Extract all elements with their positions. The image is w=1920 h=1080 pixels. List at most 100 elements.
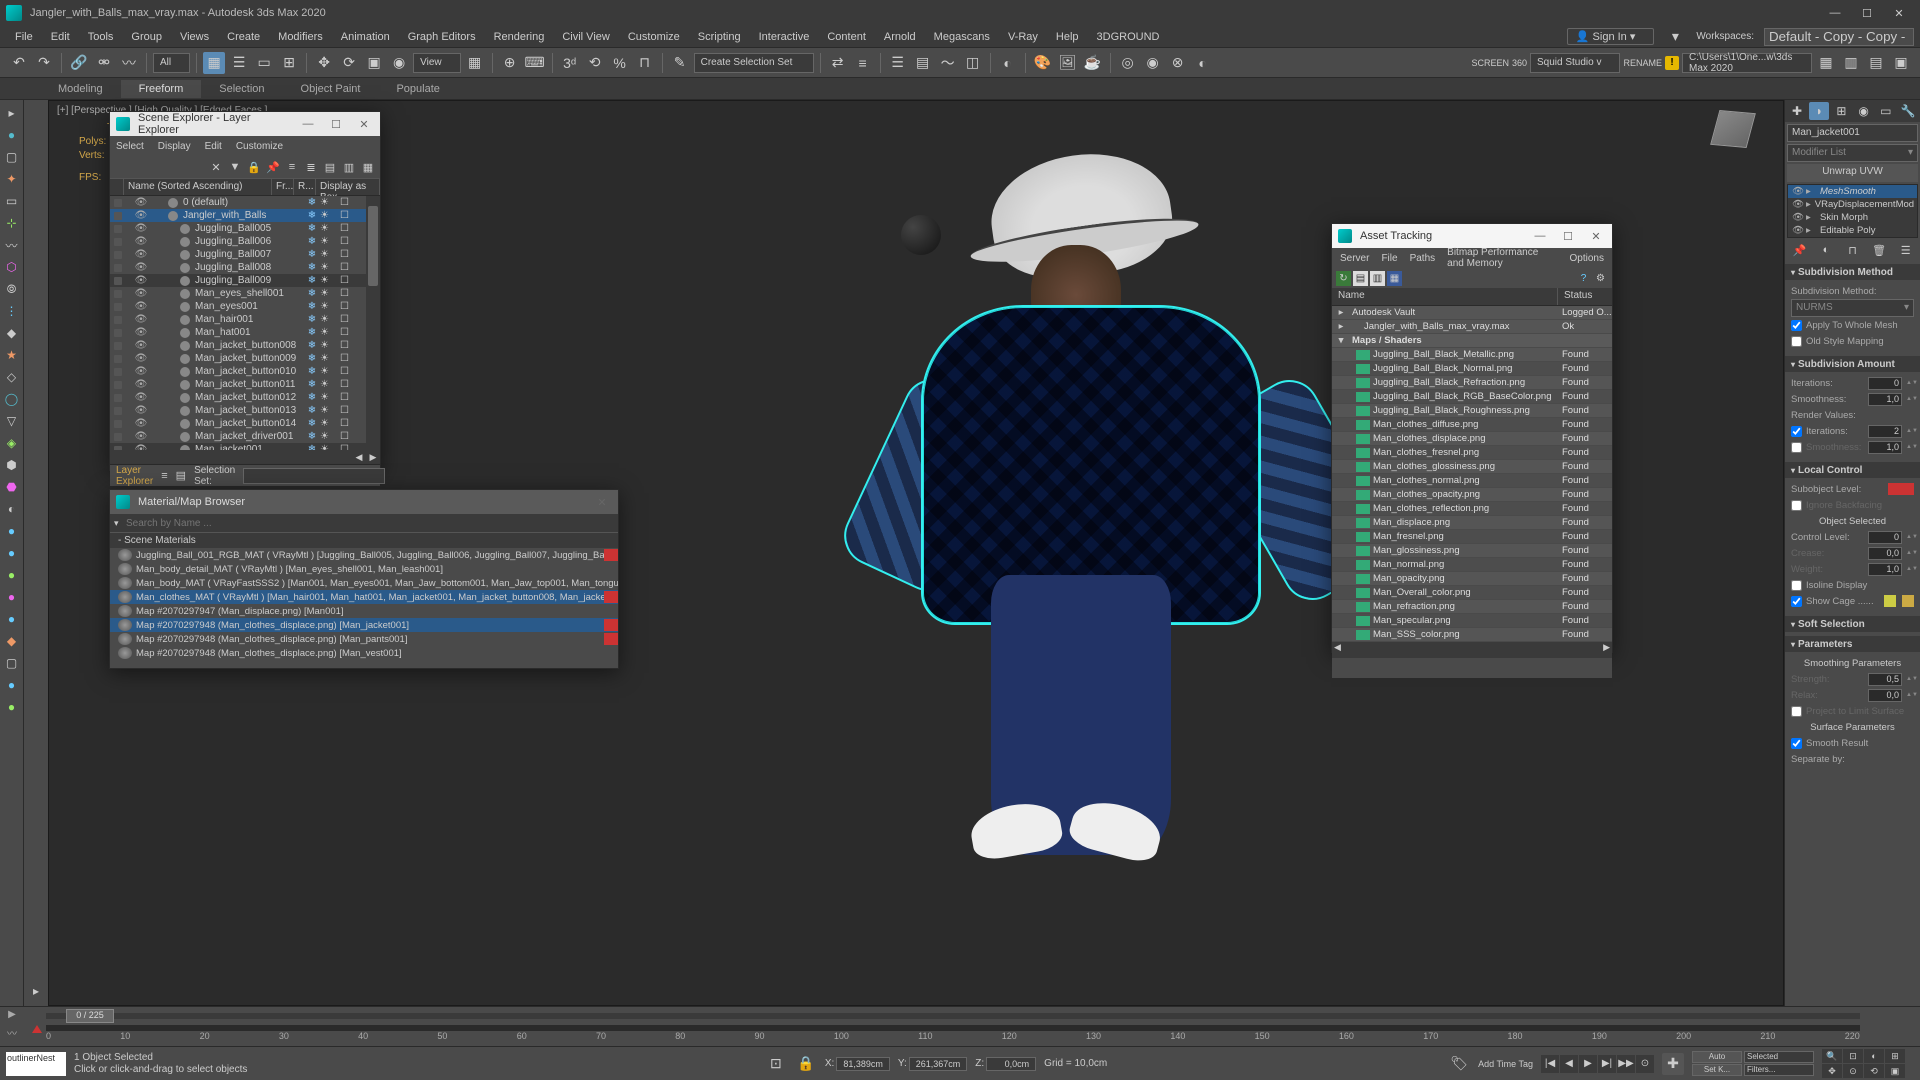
weight-input[interactable]: 1,0 bbox=[1868, 563, 1902, 576]
se-menu-select[interactable]: Select bbox=[116, 141, 144, 152]
lt-misc14-icon[interactable]: ● bbox=[3, 610, 21, 628]
nav-zoomall-icon[interactable]: ⊡ bbox=[1843, 1049, 1863, 1063]
extra-btn3[interactable]: ▤ bbox=[1865, 52, 1887, 74]
tree-row[interactable]: 👁Man_jacket_button009❄☀☐ bbox=[110, 352, 380, 365]
rollout-subdivision-method[interactable]: Subdivision Method bbox=[1785, 264, 1920, 280]
relax-spinner[interactable]: ▲▼ bbox=[1906, 692, 1914, 698]
smooth-result-checkbox[interactable] bbox=[1791, 738, 1802, 749]
time-tag-label[interactable]: Add Time Tag bbox=[1478, 1059, 1533, 1069]
at-tool-refresh-icon[interactable]: ↻ bbox=[1336, 271, 1351, 286]
se-tool-clear[interactable]: ✕ bbox=[208, 159, 224, 175]
at-menu-server[interactable]: Server bbox=[1340, 253, 1369, 264]
menu-content[interactable]: Content bbox=[818, 29, 875, 45]
se-menu-customize[interactable]: Customize bbox=[236, 141, 283, 152]
window-minimize-button[interactable]: — bbox=[1820, 3, 1850, 23]
asset-group-row[interactable]: ▸Autodesk VaultLogged O... bbox=[1332, 306, 1612, 320]
extra-btn1[interactable]: ▦ bbox=[1815, 52, 1837, 74]
project-path-dropdown[interactable]: C:\Users\1\One...w\3ds Max 2020 bbox=[1682, 53, 1812, 73]
auto-key-button[interactable]: Auto bbox=[1692, 1051, 1742, 1063]
mirror-button[interactable]: ⇄ bbox=[827, 52, 849, 74]
vray-btn2[interactable]: ◉ bbox=[1142, 52, 1164, 74]
menu-rendering[interactable]: Rendering bbox=[485, 29, 554, 45]
time-tag-icon[interactable]: 🏷 bbox=[1448, 1053, 1470, 1075]
tree-row[interactable]: 👁Man_jacket_button014❄☀☐ bbox=[110, 417, 380, 430]
asset-row[interactable]: Man_opacity.pngFound bbox=[1332, 572, 1612, 586]
object-name-field[interactable]: Man_jacket001 bbox=[1787, 124, 1918, 142]
tree-row[interactable]: 👁Man_jacket_button008❄☀☐ bbox=[110, 339, 380, 352]
lt-sphere-icon[interactable]: ● bbox=[3, 126, 21, 144]
at-minimize-button[interactable]: — bbox=[1530, 230, 1550, 242]
unlink-button[interactable]: ⚮ bbox=[93, 52, 115, 74]
key-mode-button[interactable]: ⊙ bbox=[1636, 1055, 1654, 1073]
at-tool-2[interactable]: ▤ bbox=[1353, 271, 1368, 286]
lt-misc10-icon[interactable]: ● bbox=[3, 522, 21, 540]
at-tool-4[interactable]: ▦ bbox=[1387, 271, 1402, 286]
material-row[interactable]: Man_body_detail_MAT ( VRayMtl ) [Man_eye… bbox=[110, 562, 618, 576]
timeline-marker-icon[interactable] bbox=[32, 1025, 42, 1033]
lt-misc12-icon[interactable]: ● bbox=[3, 566, 21, 584]
se-col-frozen[interactable]: Fr... bbox=[272, 179, 294, 195]
se-menu-display[interactable]: Display bbox=[158, 141, 191, 152]
cp-tab-modify-icon[interactable]: ◗ bbox=[1809, 102, 1829, 120]
key-filters-button[interactable]: Filters... bbox=[1744, 1064, 1814, 1076]
studio-dropdown[interactable]: Squid Studio v bbox=[1530, 53, 1621, 73]
asset-row[interactable]: Man_SSS_color.pngFound bbox=[1332, 628, 1612, 642]
snap-toggle-button[interactable]: 3ᵈ bbox=[559, 52, 581, 74]
timeline[interactable]: ▶ 〰 0 / 225 0102030405060708090100110120… bbox=[0, 1006, 1920, 1046]
menu-3dground[interactable]: 3DGROUND bbox=[1088, 29, 1169, 45]
material-editor-button[interactable]: ◐ bbox=[997, 52, 1019, 74]
menu-graph-editors[interactable]: Graph Editors bbox=[399, 29, 485, 45]
material-row[interactable]: Map #2070297947 (Man_displace.png) [Man0… bbox=[110, 604, 618, 618]
warning-icon[interactable]: ! bbox=[1665, 56, 1679, 70]
use-pivot-center-button[interactable]: ▦ bbox=[464, 52, 486, 74]
lock-icon[interactable]: 🔒 bbox=[795, 1053, 817, 1075]
lt-misc9-icon[interactable]: ◐ bbox=[3, 500, 21, 518]
asset-group-row[interactable]: ▾Maps / Shaders bbox=[1332, 334, 1612, 348]
vray-btn4[interactable]: ◐ bbox=[1192, 52, 1214, 74]
menu-modifiers[interactable]: Modifiers bbox=[269, 29, 332, 45]
weight-spinner[interactable]: ▲▼ bbox=[1906, 566, 1914, 572]
tree-row[interactable]: 👁Man_hat001❄☀☐ bbox=[110, 326, 380, 339]
asset-row[interactable]: Man_Overall_color.pngFound bbox=[1332, 586, 1612, 600]
lt-misc18-icon[interactable]: ● bbox=[3, 698, 21, 716]
menu-group[interactable]: Group bbox=[122, 29, 171, 45]
strength-spinner[interactable]: ▲▼ bbox=[1906, 676, 1914, 682]
placement-button[interactable]: ◉ bbox=[388, 52, 410, 74]
tree-row[interactable]: 👁Juggling_Ball006❄☀☐ bbox=[110, 235, 380, 248]
stack-pin-icon[interactable]: 📌 bbox=[1791, 242, 1807, 258]
se-hscroll-right[interactable]: ▶ bbox=[366, 452, 380, 463]
tree-row[interactable]: 👁Juggling_Ball008❄☀☐ bbox=[110, 261, 380, 274]
tab-selection[interactable]: Selection bbox=[201, 80, 282, 98]
rollout-subdivision-amount[interactable]: Subdivision Amount bbox=[1785, 356, 1920, 372]
asset-row[interactable]: Man_clothes_glossiness.pngFound bbox=[1332, 460, 1612, 474]
asset-row[interactable]: Man_clothes_fresnel.pngFound bbox=[1332, 446, 1612, 460]
selection-filter-dropdown[interactable]: All bbox=[153, 53, 190, 73]
mb-search-input[interactable] bbox=[126, 518, 614, 529]
angle-snap-button[interactable]: ⟲ bbox=[584, 52, 606, 74]
old-style-mapping-checkbox[interactable] bbox=[1791, 336, 1802, 347]
cp-tab-hierarchy-icon[interactable]: ⊞ bbox=[1831, 102, 1851, 120]
tab-modeling[interactable]: Modeling bbox=[40, 80, 121, 98]
play-button[interactable]: ▶ bbox=[1579, 1055, 1597, 1073]
lt-misc1-icon[interactable]: ◆ bbox=[3, 324, 21, 342]
lt-misc3-icon[interactable]: ◇ bbox=[3, 368, 21, 386]
juggling-ball[interactable] bbox=[901, 215, 941, 255]
rollout-soft-selection[interactable]: Soft Selection bbox=[1785, 616, 1920, 632]
se-tool-pin-icon[interactable]: 📌 bbox=[265, 159, 281, 175]
se-tool-filter-icon[interactable]: ▼ bbox=[227, 159, 243, 175]
se-col-name[interactable]: Name (Sorted Ascending) bbox=[124, 179, 272, 195]
subobject-swatch[interactable] bbox=[1888, 483, 1914, 495]
menu-views[interactable]: Views bbox=[171, 29, 218, 45]
timeline-track[interactable] bbox=[46, 1013, 1860, 1019]
view-cube[interactable] bbox=[1703, 111, 1763, 161]
asset-row[interactable]: Juggling_Ball_Black_RGB_BaseColor.pngFou… bbox=[1332, 390, 1612, 404]
se-tool-3[interactable]: ▤ bbox=[322, 159, 338, 175]
sign-in-button[interactable]: 👤 Sign In ▾ bbox=[1567, 28, 1655, 45]
maxscript-listener[interactable]: outlinerNest bbox=[6, 1052, 66, 1076]
unwrap-uvw-button[interactable]: Unwrap UVW bbox=[1787, 164, 1918, 182]
relax-input[interactable]: 0,0 bbox=[1868, 689, 1902, 702]
asset-row[interactable]: Juggling_Ball_Black_Refraction.pngFound bbox=[1332, 376, 1612, 390]
lt-cube-icon[interactable]: ▢ bbox=[3, 148, 21, 166]
nav-fov-icon[interactable]: ◐ bbox=[1864, 1049, 1884, 1063]
render-production-button[interactable]: ☕ bbox=[1082, 52, 1104, 74]
